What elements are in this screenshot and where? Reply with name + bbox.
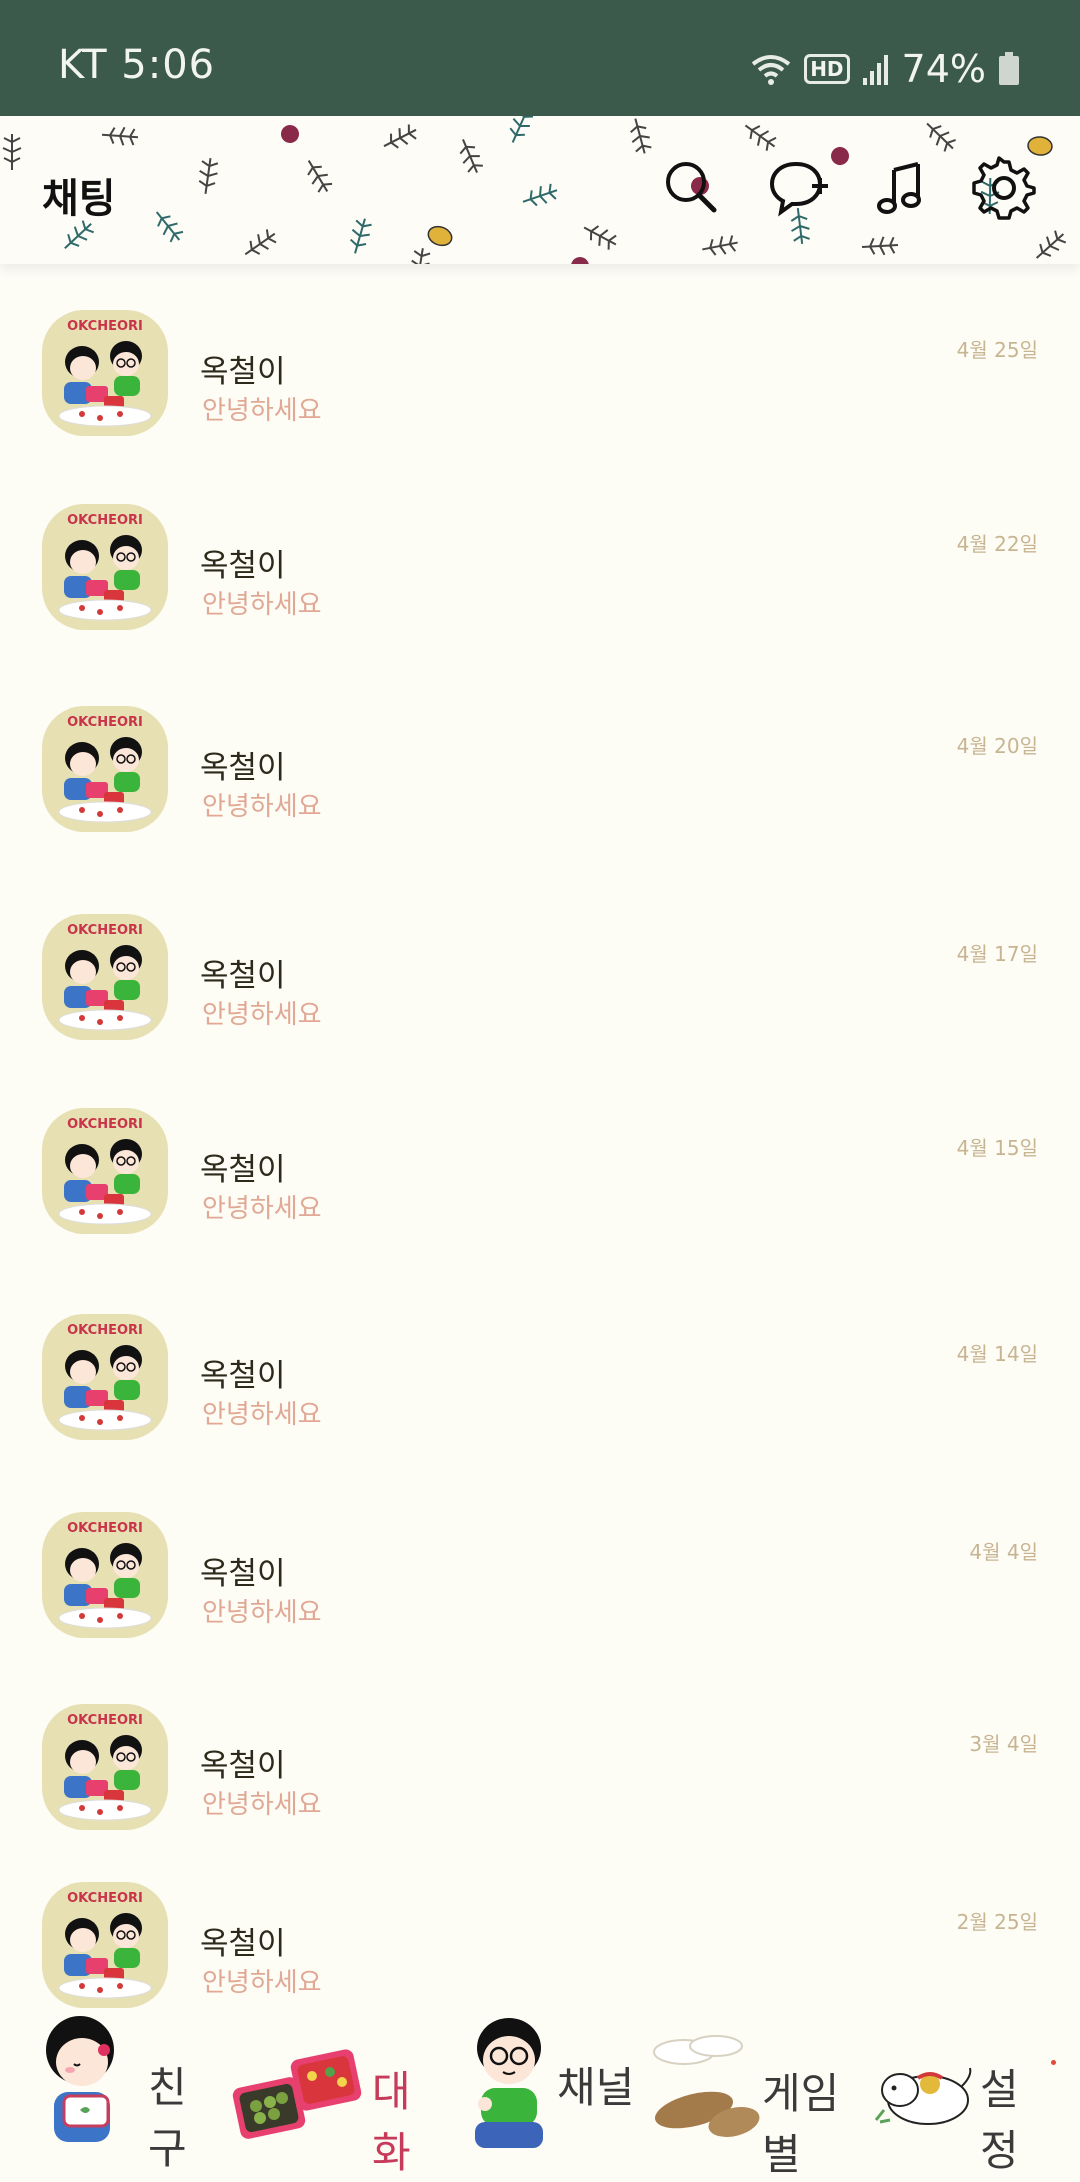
avatar-brand-text: OKCHEORI [67, 513, 143, 528]
music-icon[interactable] [872, 156, 936, 220]
chat-name: 옥철이 [200, 1926, 286, 1962]
carrier-time: KT 5:06 [58, 42, 216, 88]
chat-row[interactable]: OKCHEORI 옥철이 안녕하세요 4월 22일 [0, 504, 1080, 674]
page-title: 채팅 [42, 176, 116, 222]
chat-name: 옥철이 [200, 1748, 286, 1784]
avatar[interactable]: OKCHEORI [42, 504, 168, 630]
nav-channel[interactable]: 채널 [465, 2010, 635, 2156]
chat-date: 3월 4일 [969, 1732, 1038, 1756]
chat-last-message: 안녕하세요 [202, 1000, 322, 1030]
chat-last-message: 안녕하세요 [202, 1194, 322, 1224]
chat-row[interactable]: OKCHEORI 옥철이 안녕하세요 4월 17일 [0, 914, 1080, 1084]
chat-name: 옥철이 [200, 1358, 286, 1394]
chat-last-message: 안녕하세요 [202, 396, 322, 426]
chat-date: 2월 25일 [956, 1910, 1038, 1934]
avatar[interactable]: OKCHEORI [42, 1704, 168, 1830]
nav-games-label: 게임별 [762, 2069, 840, 2179]
avatar[interactable]: OKCHEORI [42, 1512, 168, 1638]
avatar[interactable]: OKCHEORI [42, 1314, 168, 1440]
lunchbox-icon [232, 2049, 362, 2139]
friends-character-icon [46, 2016, 114, 2142]
new-chat-icon[interactable] [768, 156, 832, 220]
avatar-brand-text: OKCHEORI [67, 319, 143, 334]
nav-chats-label: 대화 [372, 2067, 411, 2177]
nav-games[interactable]: 게임별 [650, 2010, 850, 2179]
battery-percent: 74% [901, 47, 986, 91]
chat-last-message: 안녕하세요 [202, 590, 322, 620]
nav-settings-label: 설정 [980, 2065, 1019, 2175]
chat-last-message: 안녕하세요 [202, 1598, 322, 1628]
chat-last-message: 안녕하세요 [202, 1400, 322, 1430]
chat-row[interactable]: OKCHEORI 옥철이 안녕하세요 4월 25일 [0, 310, 1080, 480]
avatar-brand-text: OKCHEORI [67, 1521, 143, 1536]
nav-chats[interactable]: 대화 [230, 2010, 440, 2177]
chat-last-message: 안녕하세요 [202, 1968, 322, 1998]
avatar-brand-text: OKCHEORI [67, 715, 143, 730]
avatar-brand-text: OKCHEORI [67, 1891, 143, 1906]
signal-icon [862, 52, 890, 86]
dog-icon [874, 2067, 972, 2125]
chat-row[interactable]: OKCHEORI 옥철이 안녕하세요 4월 15일 [0, 1108, 1080, 1278]
status-bar: KT 5:06 HD 74% [0, 0, 1080, 116]
nav-friends-label: 친구 [148, 2063, 187, 2173]
nav-settings[interactable]: 설정 [870, 2010, 1050, 2175]
avatar[interactable]: OKCHEORI [42, 706, 168, 832]
chat-name: 옥철이 [200, 958, 286, 994]
settings-icon[interactable] [972, 156, 1036, 220]
avatar[interactable]: OKCHEORI [42, 1882, 168, 2008]
avatar[interactable]: OKCHEORI [42, 1108, 168, 1234]
chat-row[interactable]: OKCHEORI 옥철이 안녕하세요 4월 4일 [0, 1512, 1080, 1682]
wifi-icon [750, 52, 792, 86]
avatar-brand-text: OKCHEORI [67, 1117, 143, 1132]
shoes-icon [653, 2035, 760, 2137]
chat-date: 4월 17일 [956, 942, 1038, 966]
nav-friends[interactable]: 친구 [30, 2010, 220, 2173]
chat-date: 4월 25일 [956, 338, 1038, 362]
chat-date: 4월 22일 [956, 532, 1038, 556]
chat-name: 옥철이 [200, 750, 286, 786]
hd-badge: HD [804, 54, 850, 84]
avatar-brand-text: OKCHEORI [67, 1713, 143, 1728]
avatar-brand-text: OKCHEORI [67, 923, 143, 938]
status-icons: HD 74% [750, 44, 1020, 94]
avatar[interactable]: OKCHEORI [42, 914, 168, 1040]
chat-last-message: 안녕하세요 [202, 792, 322, 822]
chat-name: 옥철이 [200, 354, 286, 390]
chat-header: 채팅 [0, 116, 1080, 264]
avatar-brand-text: OKCHEORI [67, 1323, 143, 1338]
chat-last-message: 안녕하세요 [202, 1790, 322, 1820]
search-icon[interactable] [660, 156, 724, 220]
chat-row[interactable]: OKCHEORI 옥철이 안녕하세요 4월 14일 [0, 1314, 1080, 1484]
chat-date: 4월 15일 [956, 1136, 1038, 1160]
avatar[interactable]: OKCHEORI [42, 310, 168, 436]
chat-name: 옥철이 [200, 548, 286, 584]
chat-row[interactable]: OKCHEORI 옥철이 안녕하세요 4월 20일 [0, 706, 1080, 876]
nav-channel-label: 채널 [557, 2063, 635, 2112]
battery-icon [998, 52, 1020, 86]
bottom-nav: 친구 대화 채널 게임별 설정 [0, 2010, 1080, 2179]
chat-row[interactable]: OKCHEORI 옥철이 안녕하세요 3월 4일 [0, 1704, 1080, 1874]
chat-name: 옥철이 [200, 1152, 286, 1188]
notification-dot [1051, 2060, 1056, 2065]
chat-date: 4월 4일 [969, 1540, 1038, 1564]
chat-date: 4월 14일 [956, 1342, 1038, 1366]
chat-name: 옥철이 [200, 1556, 286, 1592]
channel-character-icon [475, 2018, 543, 2148]
chat-date: 4월 20일 [956, 734, 1038, 758]
